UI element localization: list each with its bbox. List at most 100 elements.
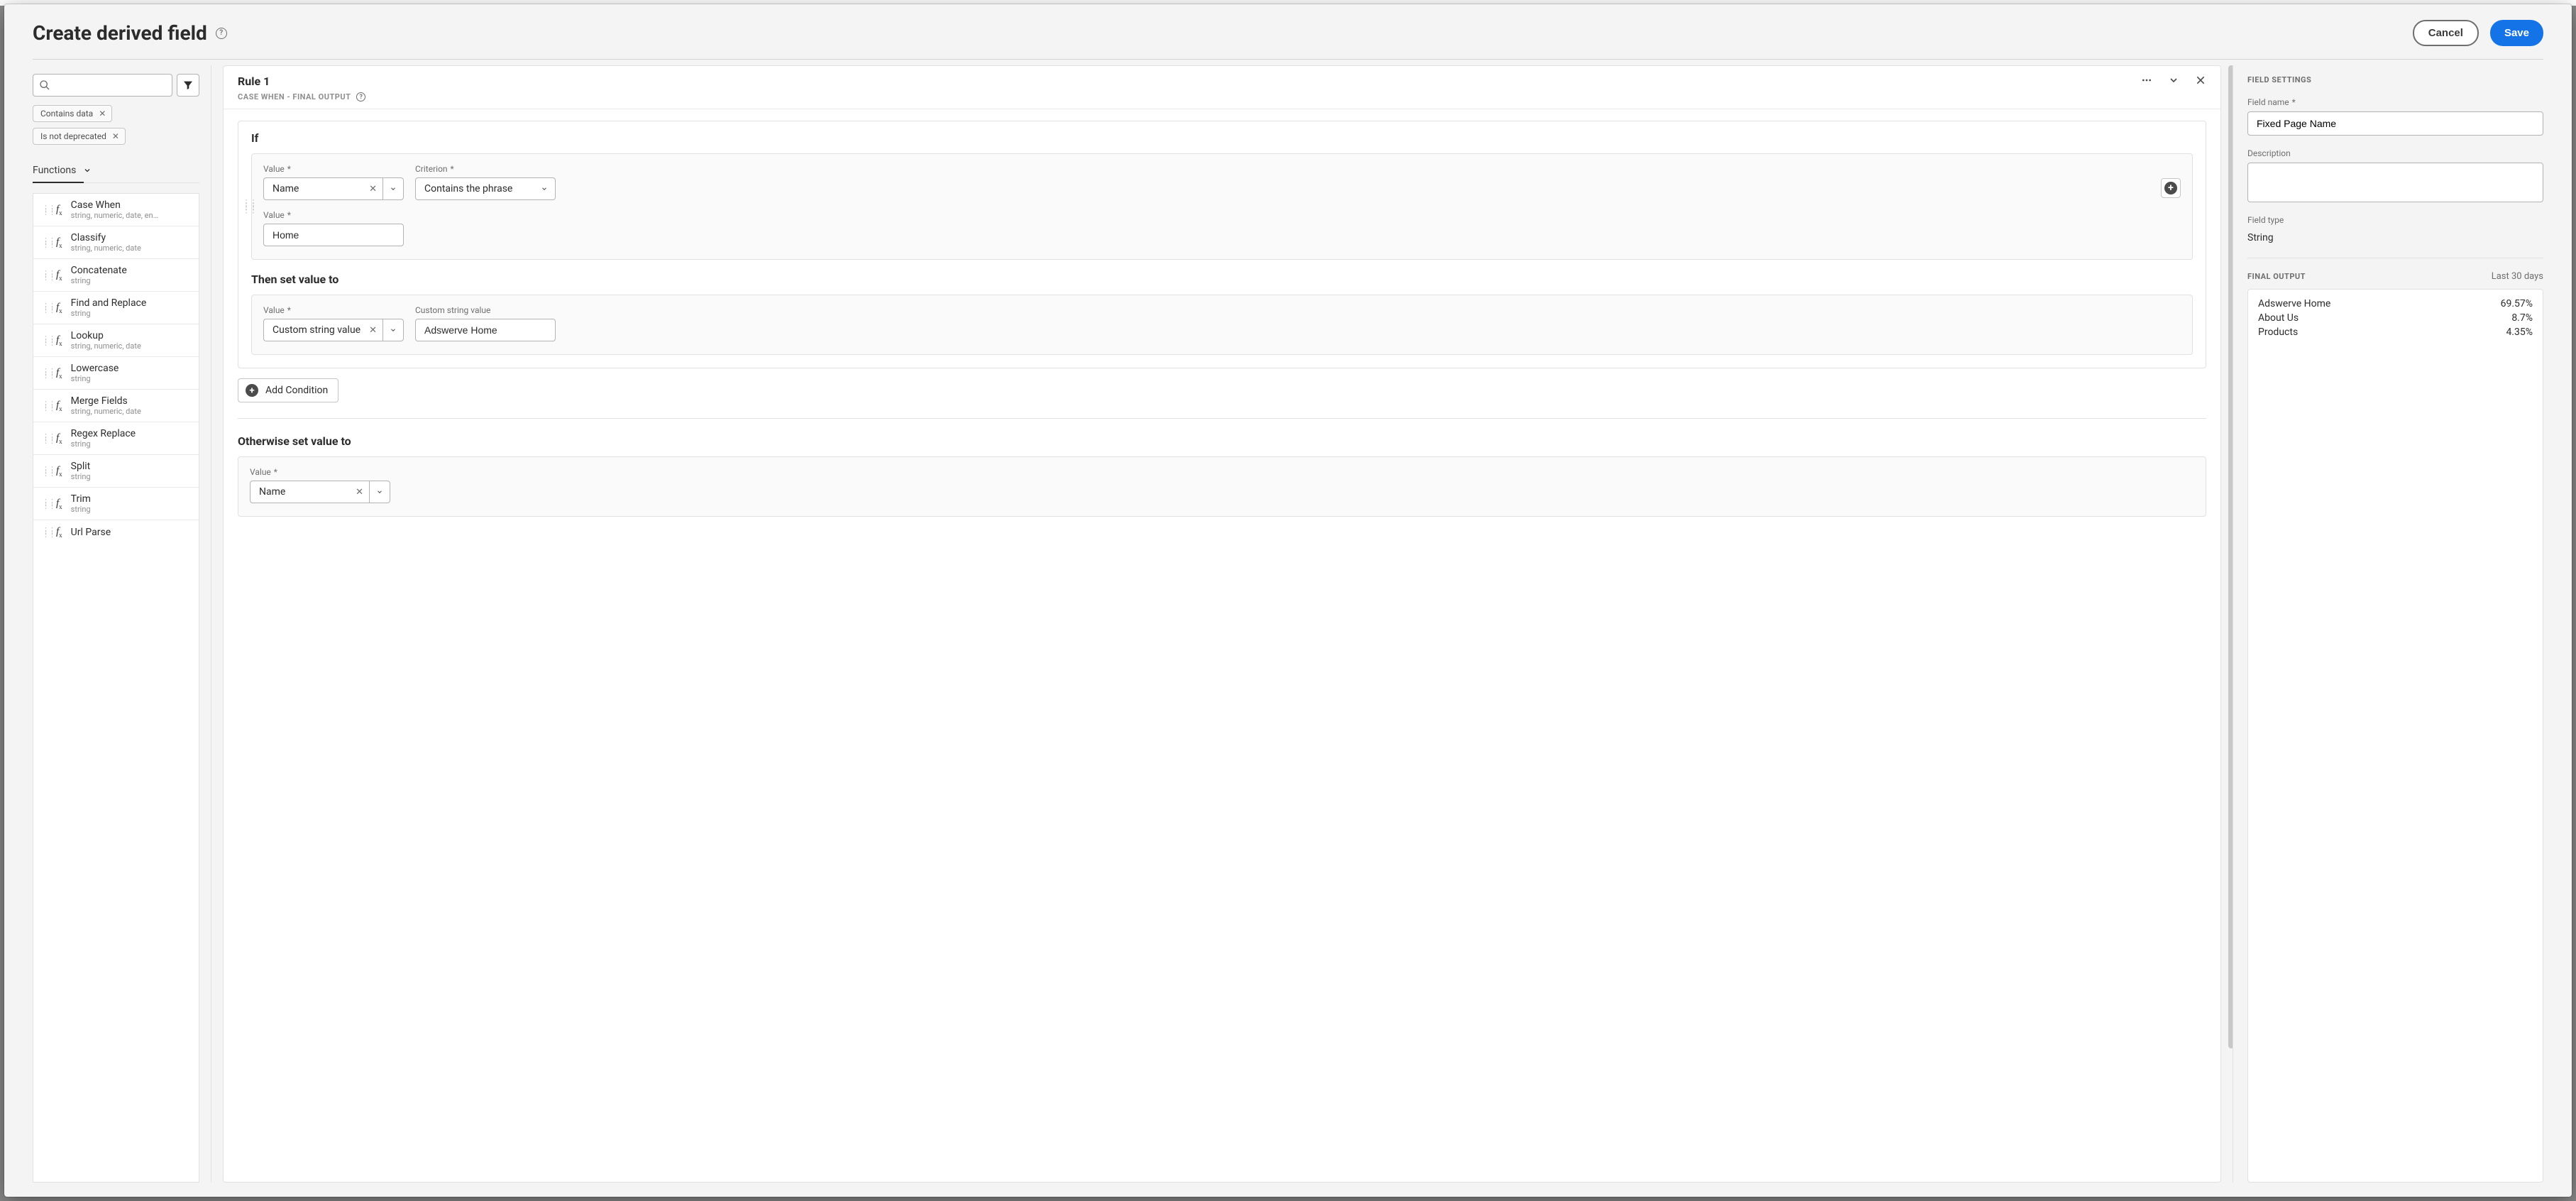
- modal-header: Create derived field ? Cancel Save: [4, 4, 2572, 59]
- add-criterion-button[interactable]: +: [2161, 178, 2181, 198]
- otherwise-panel: Value* Name ✕: [238, 456, 2206, 517]
- drag-handle-icon[interactable]: ⋮⋮⋮⋮: [42, 207, 48, 214]
- function-item[interactable]: ⋮⋮⋮⋮fxMerge Fieldsstring, numeric, date: [33, 390, 199, 422]
- if-criterion-field[interactable]: Contains the phrase: [415, 177, 556, 200]
- function-name: Trim: [71, 493, 91, 505]
- collapse-button[interactable]: [2168, 75, 2179, 86]
- output-row: Adswerve Home69.57%: [2258, 297, 2533, 311]
- function-name: Case When: [71, 199, 158, 211]
- fx-icon: fx: [56, 302, 62, 314]
- clear-icon[interactable]: ✕: [369, 325, 377, 336]
- field-name-label: Field name: [2247, 97, 2289, 107]
- function-types: string, numeric, date: [71, 407, 141, 416]
- save-button[interactable]: Save: [2490, 20, 2543, 46]
- clear-icon[interactable]: ✕: [369, 184, 377, 194]
- close-icon: [2195, 75, 2206, 86]
- plus-icon: +: [2164, 182, 2177, 194]
- function-item[interactable]: ⋮⋮⋮⋮fxClassifystring, numeric, date: [33, 226, 199, 259]
- scrollbar[interactable]: [2228, 65, 2233, 1183]
- function-types: string: [71, 439, 136, 449]
- filter-button[interactable]: [177, 74, 199, 97]
- add-condition-button[interactable]: + Add Condition: [238, 378, 338, 402]
- remove-chip-icon[interactable]: ✕: [112, 131, 119, 141]
- more-button[interactable]: [2141, 75, 2152, 86]
- drag-handle-icon[interactable]: ⋮⋮⋮⋮: [42, 305, 48, 312]
- function-types: string: [71, 276, 127, 285]
- chevron-down-icon: [83, 166, 92, 175]
- drag-handle-icon[interactable]: ⋮⋮⋮⋮: [42, 402, 48, 410]
- cancel-button[interactable]: Cancel: [2413, 20, 2479, 46]
- if-value-field[interactable]: Name ✕: [263, 177, 404, 200]
- function-name: Find and Replace: [71, 297, 147, 309]
- search-input[interactable]: [33, 74, 172, 97]
- filter-chip[interactable]: Contains data ✕: [33, 105, 112, 122]
- help-icon[interactable]: ?: [356, 92, 365, 102]
- if-value-field-caret[interactable]: [382, 177, 404, 200]
- rule-subtitle: CASE WHEN - FINAL OUTPUT: [238, 92, 351, 102]
- chip-label: Contains data: [40, 109, 93, 119]
- function-item[interactable]: ⋮⋮⋮⋮fxLookupstring, numeric, date: [33, 324, 199, 357]
- close-rule-button[interactable]: [2195, 75, 2206, 86]
- if-criterion-text: Contains the phrase: [424, 183, 512, 194]
- function-types: string: [71, 505, 91, 514]
- page-title: Create derived field: [33, 21, 207, 45]
- drag-handle-icon[interactable]: ⋮⋮⋮⋮: [42, 337, 48, 344]
- clear-icon[interactable]: ✕: [356, 487, 363, 498]
- drag-handle-icon[interactable]: ⋮⋮⋮⋮: [42, 370, 48, 377]
- function-types: string: [71, 472, 91, 481]
- output-label: About Us: [2258, 312, 2299, 324]
- function-item[interactable]: ⋮⋮⋮⋮fxLowercasestring: [33, 357, 199, 390]
- date-range: Last 30 days: [2492, 271, 2543, 282]
- drag-handle-icon[interactable]: ⋮⋮⋮⋮: [42, 500, 48, 508]
- function-name: Lowercase: [71, 363, 119, 374]
- function-item[interactable]: ⋮⋮⋮⋮fxTrimstring: [33, 488, 199, 520]
- funnel-icon: [182, 79, 194, 91]
- then-value-field[interactable]: Custom string value ✕: [263, 319, 404, 341]
- function-item[interactable]: ⋮⋮⋮⋮fxCase Whenstring, numeric, date, en…: [33, 194, 199, 226]
- function-item[interactable]: ⋮⋮⋮⋮ fx Find and Replacestring: [33, 292, 199, 324]
- chevron-down-icon: [2168, 75, 2179, 86]
- drag-handle-icon[interactable]: ⋮⋮⋮⋮: [42, 272, 48, 279]
- function-item[interactable]: ⋮⋮⋮⋮fxConcatenatestring: [33, 259, 199, 292]
- function-types: string: [71, 309, 147, 318]
- function-name: Concatenate: [71, 265, 127, 276]
- function-item[interactable]: ⋮⋮⋮⋮fxSplitstring: [33, 455, 199, 488]
- custom-string-label: Custom string value: [415, 305, 490, 315]
- right-panel: FIELD SETTINGS Field name* Description F…: [2233, 65, 2543, 1183]
- function-item[interactable]: ⋮⋮⋮⋮fxUrl Parse: [33, 520, 199, 544]
- remove-chip-icon[interactable]: ✕: [99, 109, 106, 119]
- drag-handle-icon[interactable]: ⋮⋮⋮⋮: [42, 468, 48, 475]
- function-types: string, numeric, date: [71, 341, 141, 351]
- value-label: Value: [263, 210, 285, 220]
- then-custom-string-input[interactable]: [415, 319, 556, 341]
- drag-handle-icon[interactable]: ⋮⋮⋮⋮: [42, 435, 48, 442]
- function-item[interactable]: ⋮⋮⋮⋮fxRegex Replacestring: [33, 422, 199, 455]
- then-value-field-caret[interactable]: [382, 319, 404, 341]
- help-icon[interactable]: ?: [216, 28, 227, 39]
- function-name: Split: [71, 461, 91, 472]
- function-types: string: [71, 374, 119, 383]
- function-list[interactable]: ⋮⋮⋮⋮fxCase Whenstring, numeric, date, en…: [33, 193, 199, 1183]
- drag-handle-icon[interactable]: ⋮⋮⋮⋮: [42, 529, 48, 536]
- drag-handle-icon[interactable]: ⋮⋮⋮⋮: [42, 239, 48, 246]
- description-input[interactable]: [2247, 163, 2543, 202]
- if-condition-panel: ⋮⋮⋮⋮⋮⋮ Value* Name ✕: [251, 153, 2193, 260]
- then-value-field-text: Custom string value: [273, 324, 360, 336]
- otherwise-value-field[interactable]: Name ✕: [250, 481, 390, 503]
- otherwise-title: Otherwise set value to: [238, 434, 2206, 448]
- if-title: If: [251, 131, 2193, 145]
- field-name-input[interactable]: [2247, 111, 2543, 136]
- then-panel: Value* Custom string value ✕: [251, 295, 2193, 355]
- value-label: Value: [250, 467, 271, 477]
- output-preview: Adswerve Home69.57%About Us8.7%Products4…: [2247, 289, 2543, 1183]
- if-value-input[interactable]: [263, 224, 404, 246]
- add-condition-label: Add Condition: [265, 385, 328, 396]
- functions-section-toggle[interactable]: Functions: [33, 165, 199, 183]
- if-value-field-text: Name: [273, 183, 299, 194]
- function-name: Url Parse: [71, 527, 111, 538]
- criterion-label: Criterion: [415, 164, 448, 174]
- filter-chip[interactable]: Is not deprecated✕: [33, 128, 126, 145]
- drag-handle-icon[interactable]: ⋮⋮⋮⋮⋮⋮: [242, 202, 256, 212]
- function-name: Lookup: [71, 330, 141, 341]
- otherwise-value-field-caret[interactable]: [369, 481, 390, 503]
